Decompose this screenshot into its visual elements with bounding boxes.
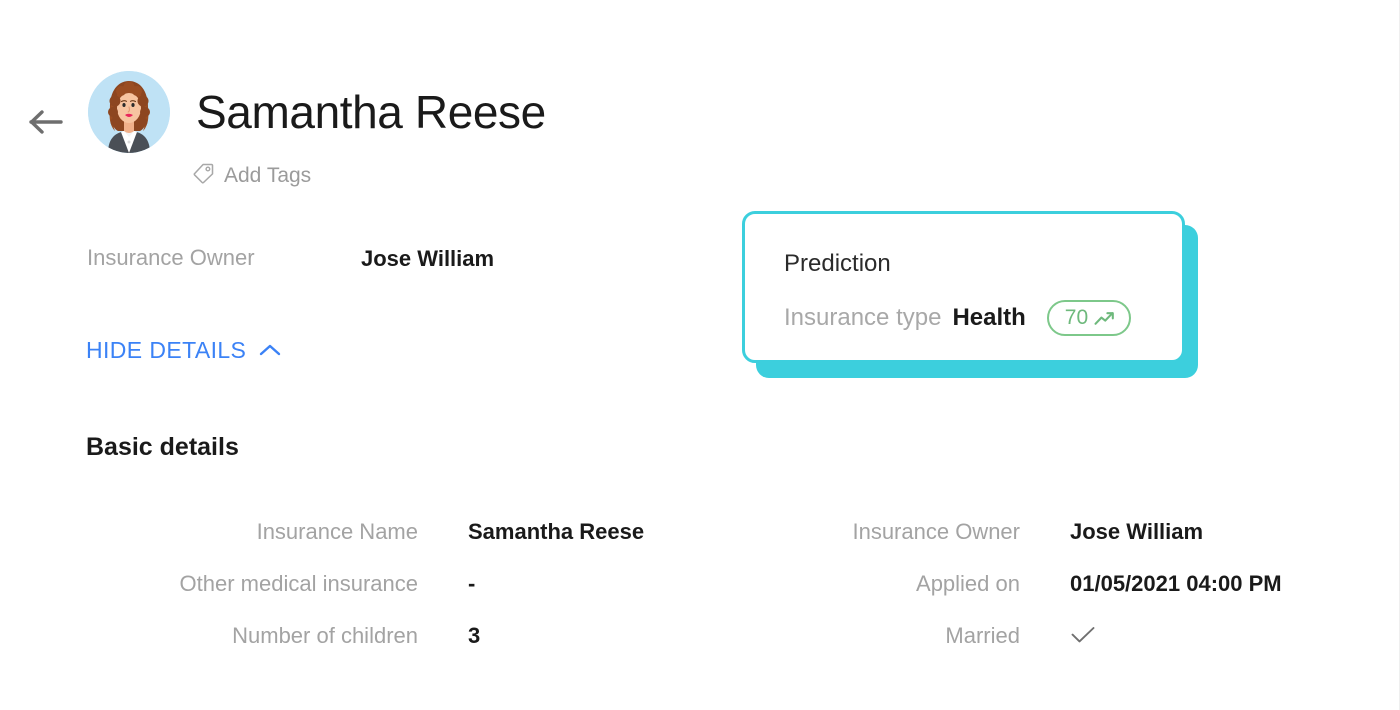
chevron-up-icon bbox=[259, 343, 281, 357]
summary-owner-label: Insurance Owner bbox=[87, 245, 255, 270]
detail-label: Insurance Name bbox=[256, 519, 418, 544]
prediction-title: Prediction bbox=[784, 250, 891, 277]
detail-row: Number of children 3 bbox=[0, 619, 700, 671]
detail-row: Applied on 01/05/2021 04:00 PM bbox=[700, 567, 1400, 619]
detail-row: Other medical insurance - bbox=[0, 567, 700, 619]
back-button[interactable] bbox=[24, 100, 68, 144]
prediction-score-badge[interactable]: 70 bbox=[1046, 300, 1132, 336]
detail-row: Married bbox=[700, 619, 1400, 671]
section-title: Basic details bbox=[86, 433, 239, 461]
details-column-left: Insurance Name Samantha Reese Other medi… bbox=[0, 515, 700, 671]
record-detail-page: Samantha Reese Add Tags Insurance Owner … bbox=[0, 0, 1400, 710]
add-tags-label: Add Tags bbox=[224, 164, 312, 187]
summary-owner-value: Jose William bbox=[361, 246, 495, 271]
detail-row: Insurance Owner Jose William bbox=[700, 515, 1400, 567]
tag-icon bbox=[192, 162, 215, 190]
detail-label: Number of children bbox=[232, 623, 418, 648]
detail-value bbox=[1070, 619, 1096, 655]
check-icon bbox=[1070, 621, 1096, 655]
prediction-field-row: Insurance type Health 70 bbox=[784, 300, 1132, 336]
hide-details-toggle[interactable]: HIDE DETAILS bbox=[86, 335, 281, 365]
prediction-score-value: 70 bbox=[1064, 306, 1089, 329]
detail-value: - bbox=[468, 571, 476, 596]
detail-value: Jose William bbox=[1070, 519, 1204, 544]
prediction-field-label: Insurance type bbox=[784, 304, 942, 331]
detail-row: Insurance Name Samantha Reese bbox=[0, 515, 700, 567]
prediction-field-value: Health bbox=[952, 304, 1026, 331]
page-title: Samantha Reese bbox=[196, 86, 546, 138]
detail-value: Samantha Reese bbox=[468, 519, 645, 544]
trend-up-icon bbox=[1094, 311, 1115, 326]
detail-label: Insurance Owner bbox=[852, 519, 1020, 544]
detail-label: Other medical insurance bbox=[179, 571, 418, 596]
prediction-card-body: Prediction Insurance type Health 70 bbox=[742, 211, 1185, 363]
detail-label: Applied on bbox=[916, 571, 1020, 596]
avatar bbox=[88, 71, 170, 153]
arrow-left-icon bbox=[28, 107, 64, 137]
detail-value: 01/05/2021 04:00 PM bbox=[1070, 571, 1282, 596]
hide-details-label: HIDE DETAILS bbox=[86, 337, 247, 363]
details-column-right: Insurance Owner Jose William Applied on … bbox=[700, 515, 1400, 671]
summary-owner-row: Insurance Owner Jose William bbox=[87, 242, 647, 276]
detail-value: 3 bbox=[468, 623, 481, 648]
detail-label: Married bbox=[945, 623, 1020, 648]
prediction-card: Prediction Insurance type Health 70 bbox=[742, 211, 1198, 378]
add-tags-button[interactable]: Add Tags bbox=[192, 162, 311, 190]
